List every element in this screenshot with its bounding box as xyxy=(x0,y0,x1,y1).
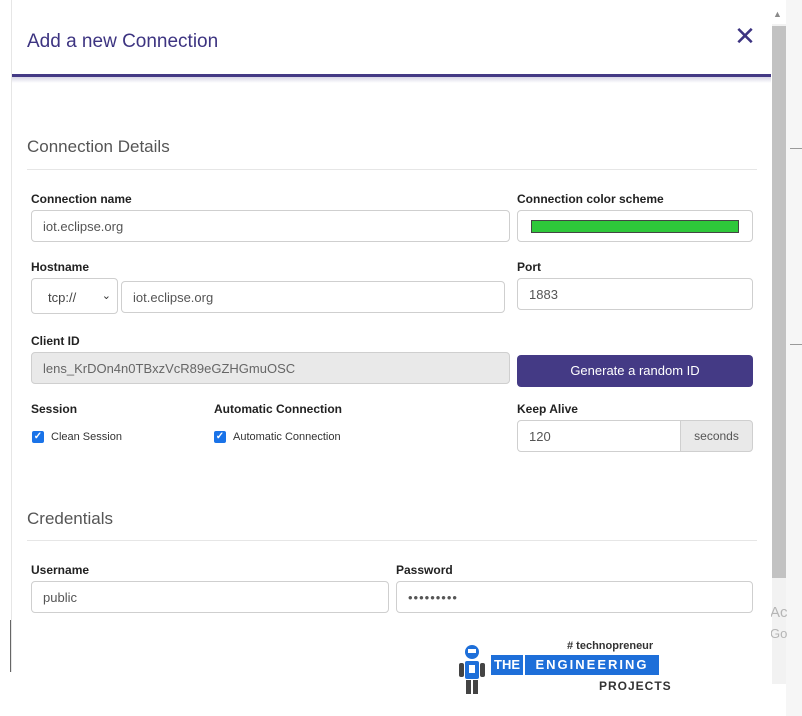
generate-random-id-button[interactable]: Generate a random ID xyxy=(517,355,753,387)
username-label: Username xyxy=(31,563,90,577)
color-scheme-label: Connection color scheme xyxy=(517,192,664,206)
hostname-input[interactable] xyxy=(121,281,505,313)
protocol-select[interactable]: tcp:// ⌄ xyxy=(31,278,118,314)
keep-alive-input[interactable] xyxy=(517,420,681,452)
color-scheme-picker[interactable] xyxy=(517,210,753,242)
scrollbar-thumb[interactable] xyxy=(772,26,786,578)
engineering-projects-logo: # technopreneur THE ENGINEERING PROJECTS xyxy=(455,638,672,700)
scroll-up-arrow-icon[interactable]: ▲ xyxy=(773,9,782,19)
connection-name-label: Connection name xyxy=(31,192,132,206)
background-window-edge xyxy=(786,0,802,716)
connection-details-heading: Connection Details xyxy=(27,137,170,156)
port-input[interactable] xyxy=(517,278,753,310)
client-id-input[interactable] xyxy=(31,352,510,384)
dialog-title: Add a new Connection xyxy=(27,31,219,52)
username-input[interactable] xyxy=(31,581,389,613)
color-swatch xyxy=(531,220,739,233)
keep-alive-unit: seconds xyxy=(680,420,753,452)
keep-alive-label: Keep Alive xyxy=(517,402,578,416)
hostname-label: Hostname xyxy=(31,260,90,274)
password-input[interactable] xyxy=(396,581,753,613)
logo-projects: PROJECTS xyxy=(599,679,672,693)
close-icon[interactable]: ✕ xyxy=(734,23,756,49)
background-text: Ac xyxy=(770,604,788,621)
session-label: Session xyxy=(31,402,78,416)
automatic-connection-checkbox-label: Automatic Connection xyxy=(233,431,341,443)
port-label: Port xyxy=(517,260,541,274)
automatic-connection-checkbox[interactable]: ✓ Automatic Connection xyxy=(214,431,341,443)
logo-hashtag: # technopreneur xyxy=(567,640,654,652)
clean-session-label: Clean Session xyxy=(51,431,122,443)
credentials-heading: Credentials xyxy=(27,509,113,528)
client-id-label: Client ID xyxy=(31,334,80,348)
background-text: Go xyxy=(770,626,788,641)
checkbox-checked-icon[interactable]: ✓ xyxy=(32,431,44,443)
password-label: Password xyxy=(396,563,453,577)
section-divider xyxy=(27,169,757,170)
connection-name-input[interactable] xyxy=(31,210,510,242)
checkbox-checked-icon[interactable]: ✓ xyxy=(214,431,226,443)
protocol-value: tcp:// xyxy=(48,290,77,305)
add-connection-dialog: Add a new Connection ✕ Connection Detail… xyxy=(11,0,771,672)
header-shadow xyxy=(12,77,771,83)
automatic-connection-label: Automatic Connection xyxy=(214,402,342,416)
logo-the: THE xyxy=(491,655,523,675)
chevron-down-icon: ⌄ xyxy=(101,290,111,302)
robot-icon xyxy=(459,645,485,694)
section-divider xyxy=(27,540,757,541)
clean-session-checkbox[interactable]: ✓ Clean Session xyxy=(32,431,122,443)
logo-engineering: ENGINEERING xyxy=(525,655,659,675)
